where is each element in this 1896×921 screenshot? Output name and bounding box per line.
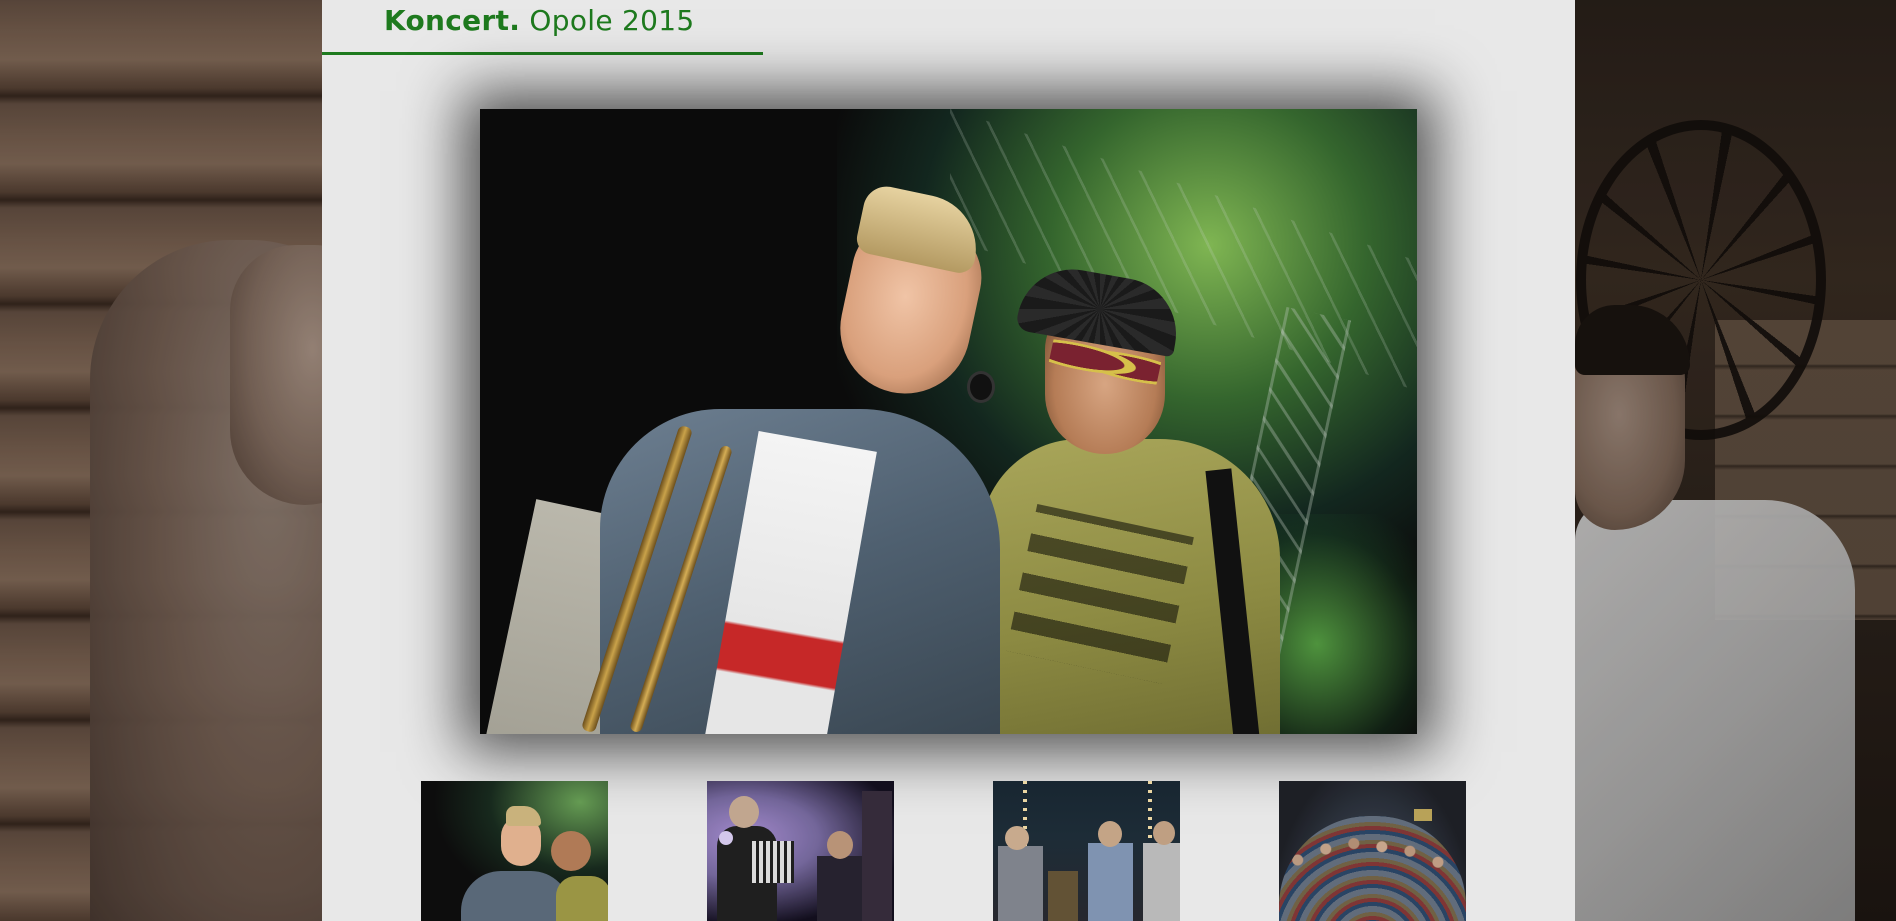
gallery-thumbnail-4[interactable] bbox=[1279, 781, 1466, 921]
content-panel: Koncert. Opole 2015 bbox=[322, 0, 1575, 921]
page-title: Koncert. Opole 2015 bbox=[384, 4, 695, 37]
main-gallery-photo[interactable] bbox=[480, 109, 1417, 734]
page-title-light: Opole 2015 bbox=[529, 4, 695, 37]
microphone-detail bbox=[970, 374, 992, 400]
gallery-thumbnail-1[interactable] bbox=[421, 781, 608, 921]
gallery-thumbnail-2[interactable] bbox=[707, 781, 894, 921]
background-right-photo bbox=[1575, 0, 1896, 921]
gallery-thumbnail-3[interactable] bbox=[993, 781, 1180, 921]
page-title-bar: Koncert. Opole 2015 bbox=[322, 0, 763, 55]
page-title-bold: Koncert. bbox=[384, 4, 521, 37]
page: Koncert. Opole 2015 bbox=[0, 0, 1896, 921]
background-left-photo bbox=[0, 0, 322, 921]
